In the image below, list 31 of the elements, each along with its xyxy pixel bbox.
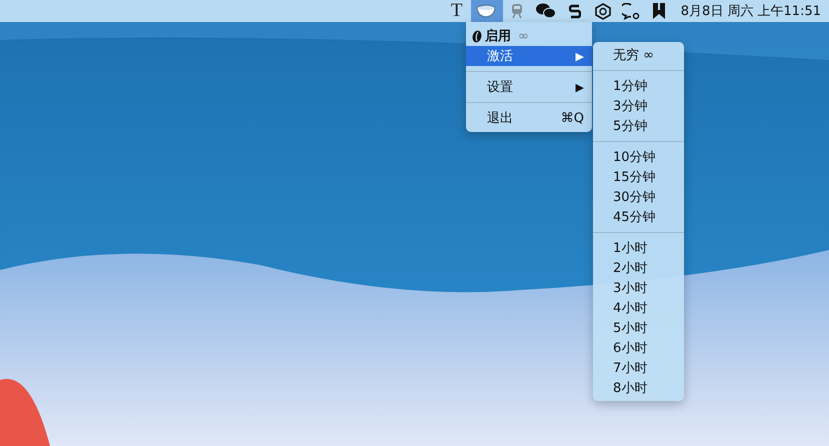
s-shape-icon [568,4,581,18]
menu-item[interactable]: 无穷 ∞ [593,45,684,65]
menu-item[interactable]: 4小时 [593,298,684,318]
menu-item[interactable]: 3分钟 [593,96,684,116]
hexagon-icon [594,2,611,20]
menu-item[interactable]: 2小时 [593,258,684,278]
menu-header: 启用 [485,28,511,45]
menu-item[interactable]: 6小时 [593,338,684,358]
menu-bar-item[interactable]: T [442,0,471,22]
menu-item[interactable]: 45分钟 [593,207,684,227]
menu-item[interactable]: 5分钟 [593,116,684,136]
menu-item[interactable]: 30分钟 [593,187,684,207]
menu-item[interactable]: 5小时 [593,318,684,338]
clock[interactable]: 8月8日 周六 上午11:51 [672,2,825,20]
bookmark-icon [652,3,665,19]
chat-bubbles-icon [536,3,556,19]
menu-item[interactable]: 1分钟 [593,76,684,96]
menu-item[interactable]: 8小时 [593,378,684,398]
menu-item[interactable]: 10分钟 [593,147,684,167]
train-icon [510,3,524,19]
menu-item[interactable]: 退出 ⌘Q [466,108,592,128]
menu-item[interactable]: 15分钟 [593,167,684,187]
infinity-label: ∞ [518,28,529,44]
menu-item[interactable]: 激活 ▶ [466,46,592,66]
bean-icon [472,30,482,42]
chat-bubble-icon [622,2,640,20]
menu-item[interactable]: 7小时 [593,358,684,378]
menu-item[interactable]: 3小时 [593,278,684,298]
menu-item[interactable]: 1小时 [593,238,684,258]
cup-icon [476,4,498,18]
menu-item[interactable]: 设置 ▶ [466,77,592,97]
